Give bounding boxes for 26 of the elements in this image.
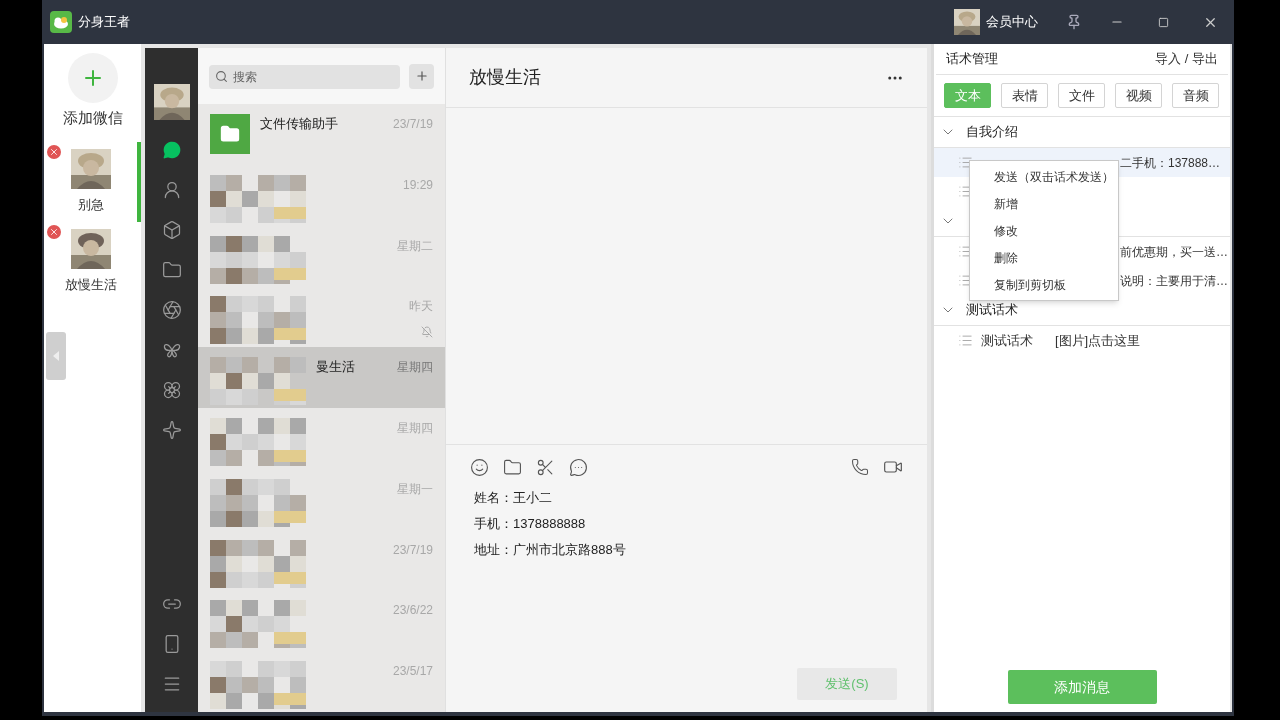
script-text: 二手机：137888… (1120, 154, 1221, 172)
script-text: [图片]点击这里 (1055, 331, 1141, 350)
chat-time: 星期四 (397, 420, 433, 437)
script-text: 说明：主要用于清… (1120, 272, 1228, 290)
message-draft-line: 手机：1378888888 (474, 515, 587, 533)
group-name: 测试话术 (966, 301, 1018, 320)
chat-name: 文件传输助手 (260, 115, 338, 133)
chat-time: 23/5/17 (392, 663, 433, 681)
window-title: 分身王者 (78, 13, 130, 32)
add-account-label: 添加微信 (62, 108, 123, 128)
chat-time: 23/7/19 (392, 541, 433, 559)
group-name: 自我介绍 (966, 123, 1018, 142)
script-title: 测试话术 (981, 331, 1033, 350)
message-draft-line: 姓名：王小二 (474, 489, 553, 507)
panel-title: 话术管理 (946, 50, 998, 69)
chat-time: 23/7/19 (392, 116, 433, 133)
chat-name: 曼生活 (316, 358, 355, 377)
script-text: 前优惠期，买一送… (1120, 243, 1228, 261)
message-draft-line: 地址：广州市北京路888号 (474, 541, 627, 559)
chat-time: 23/6/22 (392, 602, 433, 620)
chat-time: 星期四 (397, 359, 433, 377)
account-name: 别急 (77, 195, 104, 214)
chat-time: 19:29 (402, 176, 433, 194)
account-name: 放慢生活 (64, 275, 117, 294)
chat-title: 放慢生活 (469, 66, 541, 89)
chat-time: 昨天 (409, 298, 433, 316)
